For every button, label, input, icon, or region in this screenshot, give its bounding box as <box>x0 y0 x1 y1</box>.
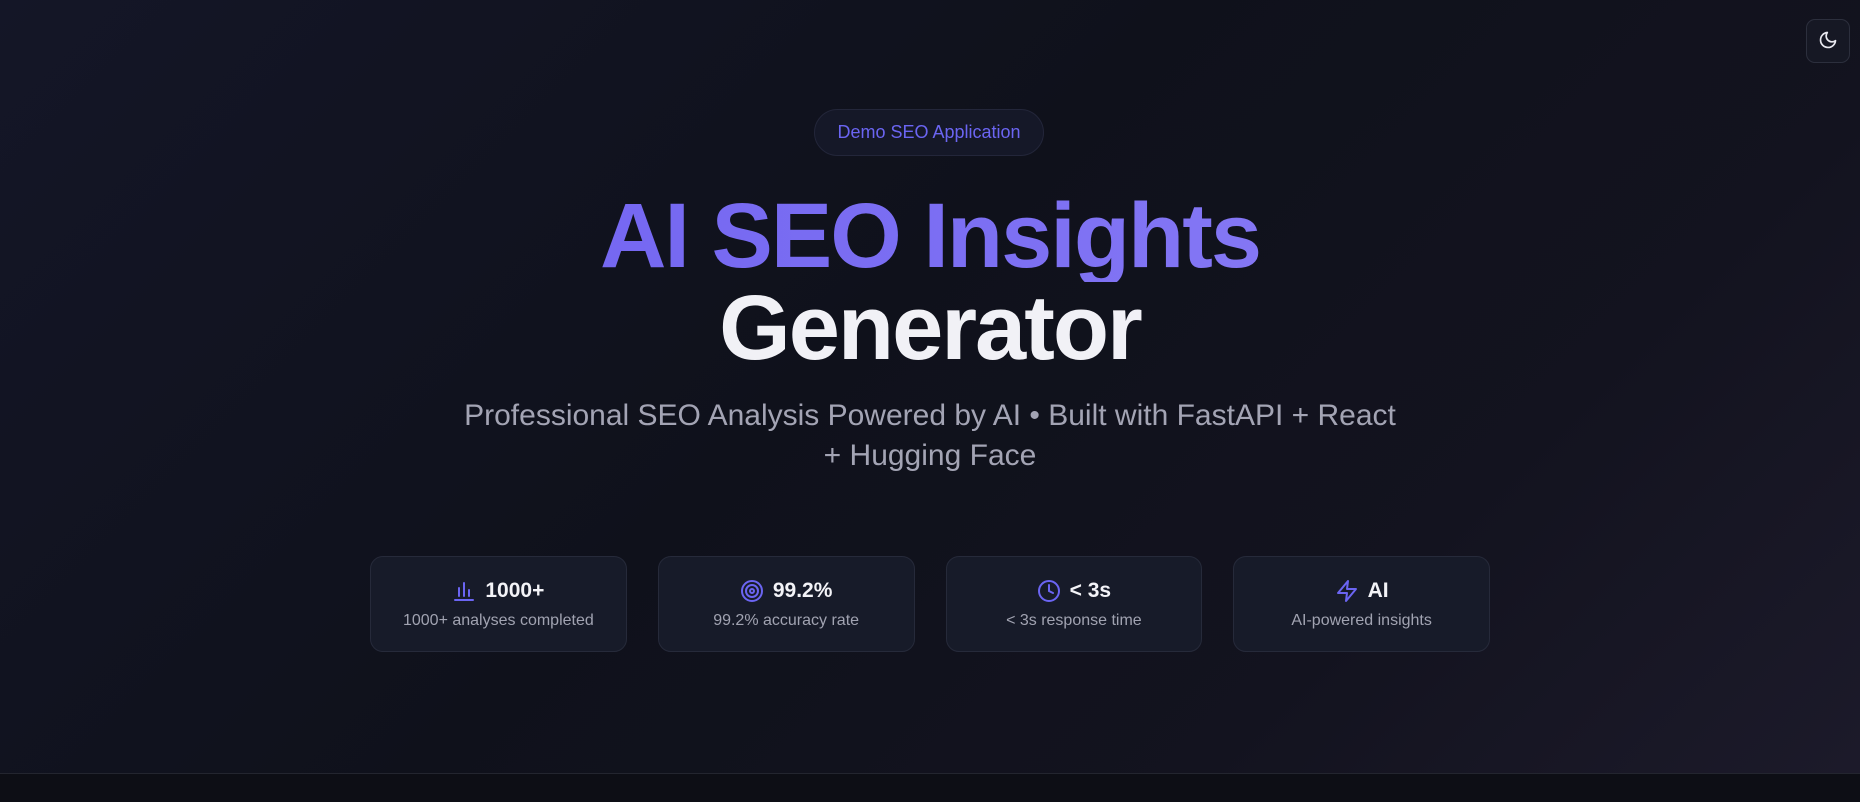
stat-card-response-time: < 3s < 3s response time <box>945 556 1203 652</box>
title-main: Generator <box>719 277 1143 379</box>
title-highlight: AI SEO Insights <box>0 190 1860 282</box>
page-title: AI SEO Insights Generator <box>0 190 1860 374</box>
demo-badge: Demo SEO Application <box>814 109 1044 156</box>
stat-value: AI <box>1367 578 1389 602</box>
stat-card-analyses: 1000+ 1000+ analyses completed <box>370 556 627 652</box>
lightning-icon <box>1335 579 1359 603</box>
moon-icon <box>1818 30 1838 53</box>
stat-card-accuracy: 99.2% 99.2% accuracy rate <box>657 556 915 652</box>
stat-value: 99.2% <box>772 578 833 602</box>
stat-value: 1000+ <box>485 578 545 602</box>
hero-subtitle: Professional SEO Analysis Powered by AI … <box>464 399 1396 472</box>
stat-label: < 3s response time <box>1006 611 1142 629</box>
next-section-edge <box>0 774 1860 802</box>
target-icon <box>740 579 764 603</box>
clock-icon <box>1037 579 1061 603</box>
theme-toggle-button[interactable] <box>1806 19 1850 63</box>
stats-row: 1000+ 1000+ analyses completed 99.2% 99.… <box>370 556 1490 652</box>
bar-chart-icon <box>452 579 476 603</box>
stat-label: AI-powered insights <box>1291 611 1432 629</box>
stat-value: < 3s <box>1069 578 1112 602</box>
stat-label: 1000+ analyses completed <box>402 611 594 629</box>
stat-label: 99.2% accuracy rate <box>713 611 860 629</box>
hero-section: Demo SEO Application AI SEO Insights Gen… <box>0 0 1860 773</box>
stat-card-ai: AI AI-powered insights <box>1233 556 1490 652</box>
